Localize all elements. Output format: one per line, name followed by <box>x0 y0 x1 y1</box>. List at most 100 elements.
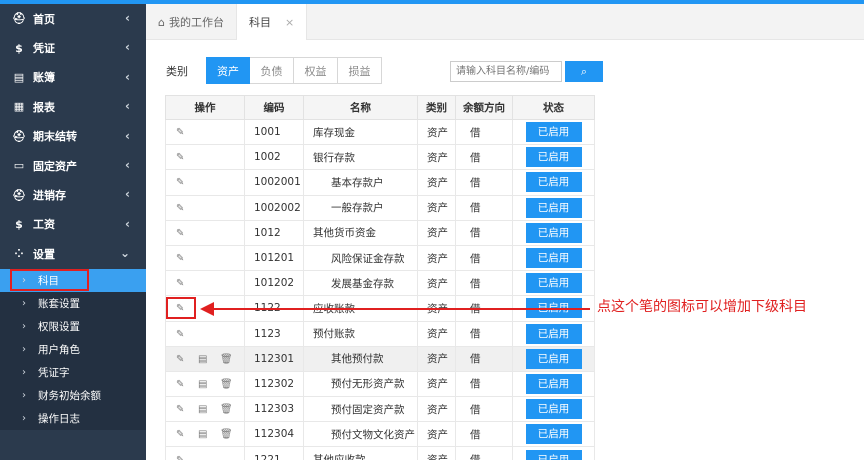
cell-code: 1123 <box>244 320 304 347</box>
status-button[interactable]: 已启用 <box>525 172 582 193</box>
edit-pencil-icon[interactable]: ✎ <box>176 455 198 460</box>
status-button[interactable]: 已启用 <box>525 222 582 243</box>
cell-status: 已启用 <box>512 194 595 221</box>
submenu-item[interactable]: › 科目 <box>0 268 146 292</box>
sidebar-item[interactable]: ⛑ 期末结转 ‹ <box>0 122 146 151</box>
row-actions: ✎ <box>165 219 245 246</box>
status-button[interactable]: 已启用 <box>525 323 582 344</box>
submenu-item[interactable]: › 凭证字 <box>0 361 146 384</box>
chevron-icon: ‹ <box>125 99 130 114</box>
cell-balance-direction: 借 <box>455 219 513 246</box>
delete-icon[interactable]: 🗑 <box>220 354 242 365</box>
status-button[interactable]: 已启用 <box>525 273 582 294</box>
row-actions: ✎ <box>165 446 245 460</box>
copy-icon[interactable]: ▤ <box>198 429 220 440</box>
table-row: ✎ 1012 其他货币资金 资产借已启用 <box>165 219 595 246</box>
menu-icon: ⛑ <box>12 129 26 143</box>
submenu-item[interactable]: › 操作日志 <box>0 407 146 430</box>
sidebar-item[interactable]: ⛑ 进销存 ‹ <box>0 180 146 209</box>
status-button[interactable]: 已启用 <box>525 147 582 168</box>
menu-icon: ▦ <box>13 100 25 114</box>
status-button[interactable]: 已启用 <box>525 248 582 269</box>
sidebar-item[interactable]: $ 工资 ‹ <box>0 210 146 239</box>
copy-icon[interactable]: ▤ <box>198 354 220 365</box>
edit-pencil-icon[interactable]: ✎ <box>176 203 198 214</box>
chevron-icon: ‹ <box>125 11 130 25</box>
sidebar-item[interactable]: ▤ 账簿 ‹ <box>0 63 146 92</box>
cell-name: 基本存款户 <box>303 169 418 196</box>
cell-code: 101201 <box>244 244 304 272</box>
status-button[interactable]: 已启用 <box>525 348 582 369</box>
edit-pencil-icon[interactable]: ✎ <box>176 228 198 239</box>
edit-pencil-icon[interactable]: ✎ <box>176 253 198 264</box>
chevron-icon: ‹ <box>125 40 130 55</box>
edit-pencil-icon[interactable]: ✎ <box>176 404 198 415</box>
table-row: ✎ 101202 发展基金存款 资产借已启用 <box>165 270 595 297</box>
menu-icon: ⛑ <box>12 188 26 202</box>
cell-code: 101202 <box>244 270 304 297</box>
cell-status: 已启用 <box>512 320 595 347</box>
sidebar-item-label: 报表 <box>33 100 55 114</box>
category-equity[interactable]: 权益 <box>294 57 338 84</box>
row-actions: ✎ <box>165 270 245 297</box>
edit-pencil-icon[interactable]: ✎ <box>176 177 198 188</box>
submenu-item[interactable]: › 用户角色 <box>0 338 146 361</box>
edit-pencil-icon[interactable]: ✎ <box>176 429 198 440</box>
sidebar-item[interactable]: $ 凭证 ‹ <box>0 33 146 62</box>
copy-icon[interactable]: ▤ <box>198 404 220 415</box>
category-liabilities[interactable]: 负债 <box>250 57 294 84</box>
delete-icon[interactable]: 🗑 <box>220 404 242 415</box>
sidebar-item-label: 期末结转 <box>33 130 77 144</box>
submenu-item-label: 账套设置 <box>38 297 80 310</box>
cell-code: 1002002 <box>244 194 304 221</box>
cell-name: 预付无形资产款 <box>303 370 418 398</box>
cell-balance-direction: 借 <box>455 194 513 221</box>
sidebar: ⛑ 首页 ‹ $ 凭证 ‹ ▤ 账簿 ‹ ▦ 报表 ‹ ⛑ 期末结转 ‹ ▭ 固定资产 ‹ ⛑ 进销存 ‹ $ 工资 ‹ ⁘ 设置… <box>0 4 146 460</box>
menu-icon: ▭ <box>13 159 25 173</box>
copy-icon[interactable]: ▤ <box>198 379 220 390</box>
chevron-right-icon: › <box>22 366 26 378</box>
search-button[interactable]: ⌕ <box>565 61 603 82</box>
submenu-item[interactable]: › 权限设置 <box>0 315 146 338</box>
edit-pencil-icon[interactable]: ✎ <box>176 329 198 340</box>
search-input[interactable] <box>450 61 562 82</box>
status-button[interactable]: 已启用 <box>525 449 582 460</box>
cell-balance-direction: 借 <box>455 446 513 460</box>
cell-category: 资产 <box>417 421 456 448</box>
submenu-item[interactable]: › 账套设置 <box>0 292 146 315</box>
chevron-icon: ‹ <box>125 69 130 84</box>
sidebar-item[interactable]: ▦ 报表 ‹ <box>0 92 146 121</box>
tab-subjects[interactable]: 科目 × <box>236 4 308 40</box>
edit-pencil-icon[interactable]: ✎ <box>176 354 198 365</box>
search-bar: ⌕ <box>450 61 603 82</box>
tab-workbench[interactable]: ⌂ 我的工作台 <box>146 4 237 40</box>
category-assets[interactable]: 资产 <box>206 57 250 84</box>
sidebar-item[interactable]: ▭ 固定资产 ‹ <box>0 151 146 180</box>
edit-pencil-icon[interactable]: ✎ <box>176 152 198 163</box>
edit-pencil-icon[interactable]: ✎ <box>176 127 198 138</box>
submenu-item[interactable]: › 财务初始余额 <box>0 384 146 407</box>
sidebar-item-label: 工资 <box>33 218 55 232</box>
status-button[interactable]: 已启用 <box>525 197 582 218</box>
category-profit-loss[interactable]: 损益 <box>338 57 382 84</box>
status-button[interactable]: 已启用 <box>525 424 582 445</box>
delete-icon[interactable]: 🗑 <box>220 429 242 440</box>
main-area: ⌂ 我的工作台 科目 × 类别 资产 负债 权益 损益 ⌕ 操作 编码 名称 类… <box>146 4 864 460</box>
sidebar-item[interactable]: ⁘ 设置 ⌄ <box>0 239 146 268</box>
chevron-right-icon: › <box>22 320 26 332</box>
delete-icon[interactable]: 🗑 <box>220 379 242 390</box>
annotation-text: 点这个笔的图标可以增加下级科目 <box>597 299 807 315</box>
edit-pencil-icon[interactable]: ✎ <box>176 278 198 289</box>
chevron-right-icon: › <box>22 389 26 401</box>
cell-balance-direction: 借 <box>455 345 513 372</box>
status-button[interactable]: 已启用 <box>525 373 582 394</box>
edit-pencil-icon[interactable]: ✎ <box>176 379 198 390</box>
table-row: ✎ ▤ 🗑 112302 预付无形资产款 资产借已启用 <box>165 370 595 398</box>
chevron-icon: ‹ <box>125 187 130 202</box>
status-button[interactable]: 已启用 <box>525 122 582 143</box>
close-icon[interactable]: × <box>285 16 294 29</box>
row-actions: ✎ ▤ 🗑 <box>165 421 245 448</box>
status-button[interactable]: 已启用 <box>525 399 582 420</box>
table-row: ✎ 1002 银行存款 资产借已启用 <box>165 144 595 171</box>
sidebar-item[interactable]: ⛑ 首页 ‹ <box>0 4 146 33</box>
